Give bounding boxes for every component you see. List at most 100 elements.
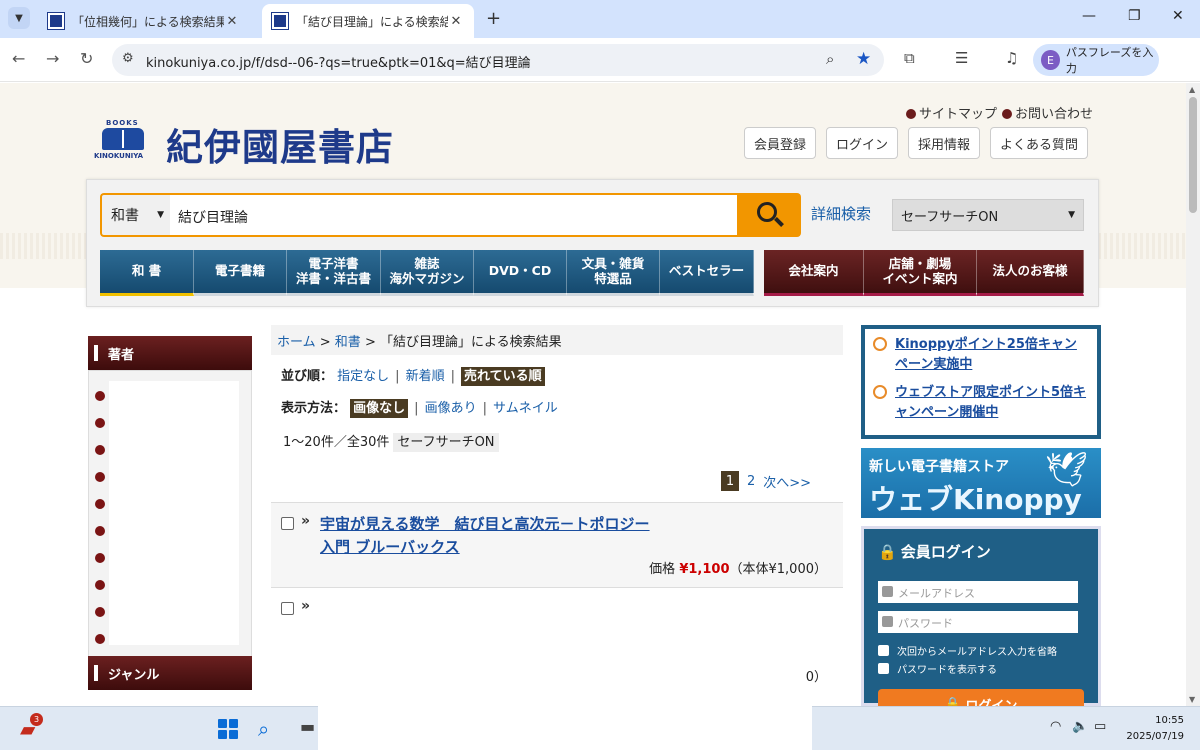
price-note: （本体¥1,000）: [729, 562, 828, 577]
login-button-label: ログイン: [965, 698, 1018, 707]
login-button[interactable]: ログイン: [826, 127, 898, 159]
nav-stationery[interactable]: 文具・雑貨 特選品: [567, 250, 660, 296]
nav-corporate[interactable]: 法人のお客様: [977, 250, 1084, 296]
breadcrumb-category[interactable]: 和書: [335, 335, 361, 350]
windows-start-icon[interactable]: [218, 719, 238, 739]
result-title-link[interactable]: 宇宙が見える数学 結び目と高次元－トポロジー入門 ブルーバックス: [320, 513, 660, 558]
bullet-icon[interactable]: [95, 553, 105, 563]
bullet-icon[interactable]: [95, 445, 105, 455]
campaign-item[interactable]: ウェブストア限定ポイント5倍キャンペーン開催中: [873, 383, 1089, 423]
search-input[interactable]: 結び目理論: [170, 193, 737, 237]
sort-newest[interactable]: 新着順: [406, 369, 445, 384]
result-checkbox[interactable]: [281, 517, 294, 530]
display-no-image[interactable]: 画像なし: [350, 399, 409, 418]
bird-mascot-icon: 🕊: [1045, 450, 1089, 490]
close-window-button[interactable]: ✕: [1172, 8, 1184, 24]
sitemap-link[interactable]: サイトマップ: [906, 103, 997, 122]
campaign-link[interactable]: Kinoppyポイント25倍キャンペーン実施中: [895, 337, 1077, 372]
search-icon[interactable]: ⌕: [258, 717, 269, 741]
recruit-button[interactable]: 採用情報: [908, 127, 980, 159]
battery-icon[interactable]: ▭: [1094, 719, 1106, 734]
page-scrollbar[interactable]: ▲ ▼: [1186, 83, 1200, 706]
back-arrow-icon[interactable]: ←: [12, 49, 25, 68]
bullet-icon[interactable]: [95, 607, 105, 617]
scroll-thumb[interactable]: [1189, 97, 1197, 213]
show-password-checkbox[interactable]: パスワードを表示する: [878, 661, 997, 676]
scroll-down-icon[interactable]: ▼: [1189, 695, 1195, 704]
bullet-icon[interactable]: [95, 472, 105, 482]
author-list-inner: [109, 381, 239, 645]
nav-stores-events[interactable]: 店舗・劇場 イベント案内: [864, 250, 977, 296]
nav-company[interactable]: 会社案内: [764, 250, 864, 296]
kinokuniya-logo-badge[interactable]: BOOKS KINOKUNIYA: [94, 119, 152, 161]
zoom-icon[interactable]: ⌕: [826, 50, 834, 68]
url-text[interactable]: kinokuniya.co.jp/f/dsd--06-?qs=true&ptk=…: [146, 52, 531, 71]
bullet-icon[interactable]: [95, 418, 105, 428]
result-item: » 宇宙が見える数学 結び目と高次元－トポロジー入門 ブルーバックス 価格 ¥1…: [271, 502, 843, 587]
bullet-icon[interactable]: [95, 580, 105, 590]
nav-japanese-books[interactable]: 和 書: [100, 250, 194, 296]
media-control-icon[interactable]: ♫: [1005, 49, 1018, 67]
forward-arrow-icon[interactable]: →: [46, 49, 59, 68]
page-2-link[interactable]: 2: [747, 474, 755, 489]
register-button[interactable]: 会員登録: [744, 127, 816, 159]
open-book-icon: [102, 128, 144, 150]
contact-link[interactable]: お問い合わせ: [1002, 103, 1093, 122]
profile-avatar[interactable]: E: [1041, 50, 1060, 70]
checkbox[interactable]: [878, 645, 889, 656]
kinoppy-banner[interactable]: 新しい電子書籍ストア ウェブKinoppy 🕊: [861, 448, 1101, 518]
nav-foreign-books[interactable]: 電子洋書 洋書・洋古書: [287, 250, 381, 296]
new-tab-button[interactable]: +: [486, 8, 501, 29]
extensions-icon[interactable]: ⧉: [904, 49, 915, 67]
tab-search-button[interactable]: ▼: [8, 7, 30, 29]
bookmark-star-icon[interactable]: ★: [856, 49, 871, 69]
volume-icon[interactable]: 🔈: [1072, 719, 1088, 734]
checkbox[interactable]: [878, 663, 889, 674]
password-placeholder: パスワード: [898, 617, 953, 630]
bullet-icon[interactable]: [95, 634, 105, 644]
url-box[interactable]: ⚙ kinokuniya.co.jp/f/dsd--06-?qs=true&pt…: [112, 44, 884, 76]
advanced-search-link[interactable]: 詳細検索: [811, 203, 871, 224]
nav-ebooks[interactable]: 電子書籍: [194, 250, 287, 296]
search-category-select[interactable]: 和書 ▼: [100, 193, 170, 237]
user-icon: [882, 586, 893, 597]
browser-tab-1[interactable]: 「位相幾何」による検索結果 - 紀伊 ✕: [38, 4, 250, 38]
sort-bestselling[interactable]: 売れている順: [460, 367, 545, 386]
bullet-icon[interactable]: [95, 526, 105, 536]
scroll-up-icon[interactable]: ▲: [1189, 85, 1195, 94]
login-submit-button[interactable]: 🔒 ログイン: [878, 689, 1084, 706]
remember-label: 次回からメールアドレス入力を省略: [897, 647, 1057, 658]
email-field[interactable]: メールアドレス: [878, 581, 1078, 603]
site-logo-text[interactable]: 紀伊國屋書店: [166, 117, 394, 171]
breadcrumb-home[interactable]: ホーム: [277, 335, 316, 350]
reading-list-icon[interactable]: ☰: [955, 49, 968, 67]
display-thumbnail[interactable]: サムネイル: [493, 401, 558, 416]
minimize-button[interactable]: —: [1082, 8, 1096, 24]
reload-icon[interactable]: ↻: [80, 49, 93, 68]
faq-button[interactable]: よくある質問: [990, 127, 1088, 159]
bullet-icon[interactable]: [95, 499, 105, 509]
passphrase-button[interactable]: E パスフレーズを入力: [1033, 44, 1159, 76]
safe-search-select[interactable]: セーフサーチON ▼: [892, 199, 1084, 231]
nav-magazines[interactable]: 雑誌 海外マガジン: [381, 250, 474, 296]
search-button[interactable]: [737, 193, 801, 237]
system-clock[interactable]: 10:55 2025/07/19: [1124, 713, 1184, 745]
close-tab-icon[interactable]: ✕: [224, 14, 240, 29]
bullet-icon[interactable]: [95, 391, 105, 401]
wifi-icon[interactable]: ◠: [1050, 719, 1061, 734]
next-page-link[interactable]: 次へ>>: [763, 472, 811, 491]
file-explorer-icon[interactable]: ▬: [300, 717, 315, 736]
nav-bestsellers[interactable]: ベストセラー: [660, 250, 754, 296]
restore-button[interactable]: ❐: [1128, 8, 1141, 24]
campaign-link[interactable]: ウェブストア限定ポイント5倍キャンペーン開催中: [895, 385, 1086, 420]
site-info-icon[interactable]: ⚙: [122, 51, 134, 66]
remember-email-checkbox[interactable]: 次回からメールアドレス入力を省略: [878, 643, 1057, 658]
close-tab-icon[interactable]: ✕: [448, 14, 464, 29]
browser-tab-2[interactable]: 「結び目理論」による検索結果 - 紀 ✕: [262, 4, 474, 38]
campaign-item[interactable]: Kinoppyポイント25倍キャンペーン実施中: [873, 335, 1089, 375]
display-with-image[interactable]: 画像あり: [425, 401, 477, 416]
sort-unspecified[interactable]: 指定なし: [337, 369, 389, 384]
password-field[interactable]: パスワード: [878, 611, 1078, 633]
result-checkbox[interactable]: [281, 602, 294, 615]
nav-dvd-cd[interactable]: DVD・CD: [474, 250, 567, 296]
